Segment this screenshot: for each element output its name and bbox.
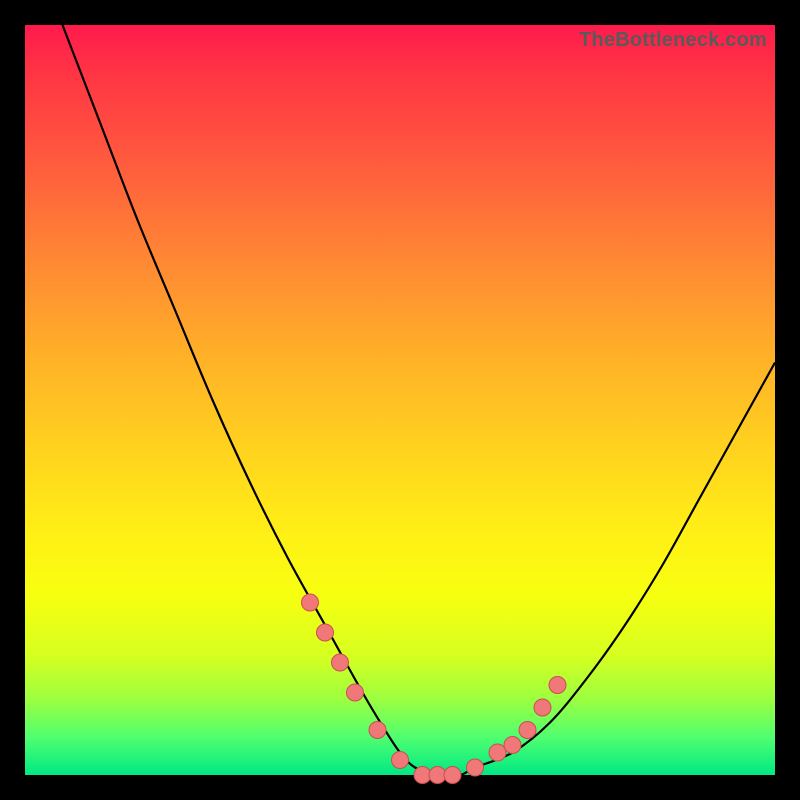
- marker-dot: [429, 767, 446, 784]
- marker-dot: [347, 684, 364, 701]
- marker-dot: [534, 699, 551, 716]
- chart-frame: TheBottleneck.com: [0, 0, 800, 800]
- marker-dot: [467, 759, 484, 776]
- marker-dot: [504, 737, 521, 754]
- marker-dot: [414, 767, 431, 784]
- watermark-text: TheBottleneck.com: [579, 29, 767, 52]
- marker-dot: [317, 624, 334, 641]
- marker-dot: [302, 594, 319, 611]
- marker-dot: [444, 767, 461, 784]
- bottleneck-curve-path: [63, 25, 776, 776]
- marker-dot: [519, 722, 536, 739]
- marker-dot: [549, 677, 566, 694]
- marker-dot: [332, 654, 349, 671]
- marker-dot: [369, 722, 386, 739]
- marker-dot: [392, 752, 409, 769]
- marker-dot: [489, 744, 506, 761]
- plot-area: TheBottleneck.com: [25, 25, 775, 775]
- marker-group: [302, 594, 567, 784]
- curve-layer: [25, 25, 775, 775]
